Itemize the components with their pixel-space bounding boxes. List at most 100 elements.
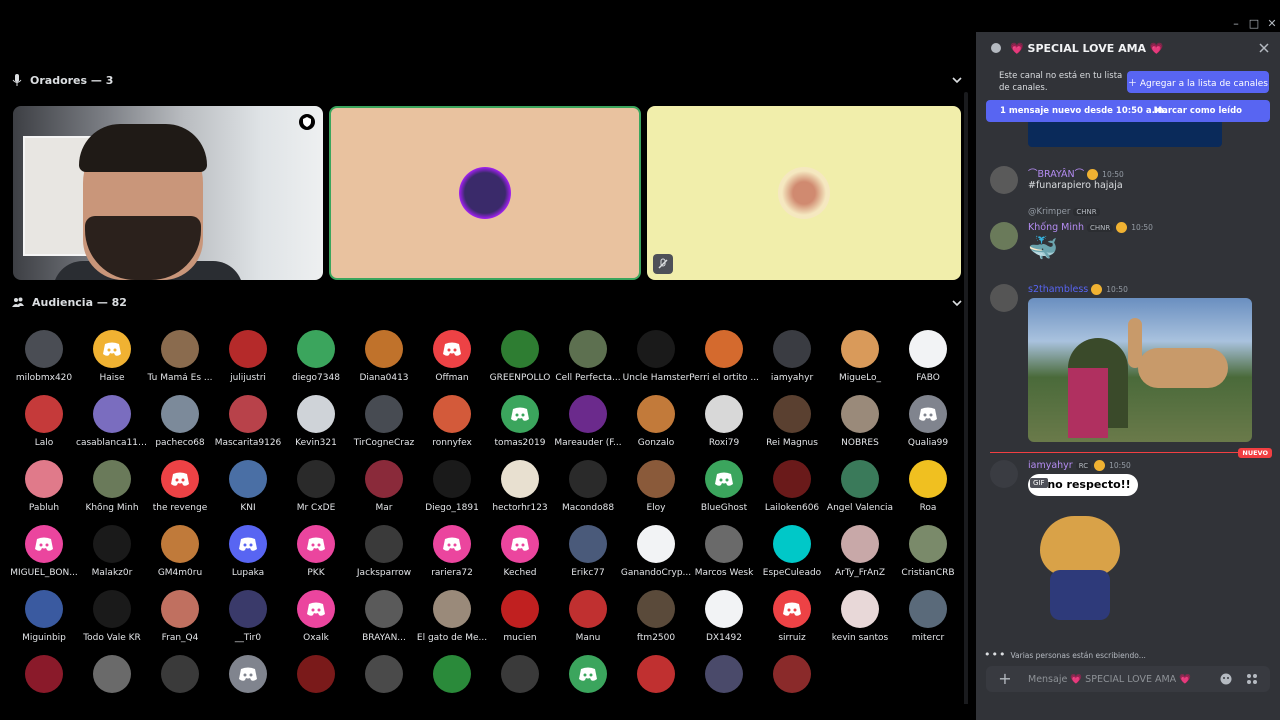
minimize-button[interactable]: – [1226,16,1246,32]
emoji-icon[interactable] [1220,673,1232,685]
audience-member[interactable]: Rei Magnus [756,395,828,455]
audience-member[interactable]: ArTy_FrAnZ [824,525,896,585]
audience-member[interactable]: Fran_Q4 [144,590,216,650]
new-messages-bar[interactable]: 1 mensaje nuevo desde 10:50 a.m. Marcar … [986,100,1270,122]
audience-member[interactable]: Mr CxDE [280,460,352,520]
audience-member[interactable]: kevin santos [824,590,896,650]
audience-member[interactable]: Macondo88 [552,460,624,520]
audience-member[interactable]: MIGUEL_BON... [8,525,80,585]
username[interactable]: s2thambless [1028,284,1088,295]
previous-image-attachment[interactable] [1028,122,1222,147]
close-icon[interactable] [1258,42,1270,54]
maximize-button[interactable]: □ [1244,16,1264,32]
audience-member[interactable]: Roxi79 [688,395,760,455]
apps-icon[interactable] [1246,673,1258,685]
audience-member[interactable]: KNI [212,460,284,520]
chevron-down-icon[interactable] [950,73,964,87]
audience-member[interactable]: El gato de Me... [416,590,488,650]
audience-member[interactable]: BlueGhost [688,460,760,520]
audience-member[interactable]: Miguinbip [8,590,80,650]
audience-member[interactable] [552,655,624,704]
audience-member[interactable]: Uncle Hamster [620,330,692,390]
audience-member[interactable]: Mascarita9126 [212,395,284,455]
audience-member[interactable]: Perri el ortito ... [688,330,760,390]
audience-member[interactable]: Lalo [8,395,80,455]
window-close-button[interactable]: ✕ [1262,16,1280,32]
audience-member[interactable]: Kevin321 [280,395,352,455]
audience-member[interactable]: TirCogneCraz [348,395,420,455]
username[interactable]: iamyahyr [1028,460,1073,471]
audience-member[interactable]: __Tir0 [212,590,284,650]
audience-member[interactable]: iamyahyr [756,330,828,390]
audience-member[interactable]: GanandoCryp... [620,525,692,585]
audience-member[interactable] [8,655,80,704]
speaker-tile-avatar[interactable] [329,106,641,280]
audience-member[interactable]: PKK [280,525,352,585]
audience-member[interactable]: Manu [552,590,624,650]
audience-member[interactable]: Qualia99 [892,395,964,455]
reply-reference[interactable]: @Krimper CHNR [1028,207,1100,217]
audience-member[interactable]: Gonzalo [620,395,692,455]
audience-member[interactable] [212,655,284,704]
audience-member[interactable] [620,655,692,704]
audience-member[interactable] [280,655,352,704]
audience-member[interactable]: the revenge [144,460,216,520]
chevron-down-icon[interactable] [950,296,964,310]
add-attachment-icon[interactable]: + [996,670,1014,688]
speaker-tile-avatar[interactable] [647,106,961,280]
mark-as-read-button[interactable]: Marcar como leído [1154,106,1242,116]
audience-member[interactable]: NOBRES [824,395,896,455]
audience-member[interactable]: Oxalk [280,590,352,650]
audience-member[interactable] [756,655,828,704]
audience-header[interactable]: Audiencia — 82 [12,292,127,312]
audience-member[interactable]: Pabluh [8,460,80,520]
stage-scrollbar[interactable] [964,92,968,704]
audience-member[interactable]: FABO [892,330,964,390]
audience-member[interactable]: tomas2019 [484,395,556,455]
audience-member[interactable]: EspeCuleado [756,525,828,585]
audience-member[interactable]: Mareauder (F... [552,395,624,455]
audience-member[interactable]: sirruiz [756,590,828,650]
audience-member[interactable]: Cell Perfecta... [552,330,624,390]
gif-attachment[interactable]: no respecto!! GIF [1028,474,1168,624]
audience-member[interactable]: casablanca1150 [76,395,148,455]
message-input[interactable]: + Mensaje 💗 SPECIAL LOVE AMA 💗 [986,666,1270,692]
audience-member[interactable]: ftm2500 [620,590,692,650]
username[interactable]: ⌒BRAYÂN⌒ [1028,169,1084,180]
audience-member[interactable]: rariera72 [416,525,488,585]
audience-member[interactable]: Lailoken606 [756,460,828,520]
audience-member[interactable]: ronnyfex [416,395,488,455]
audience-member[interactable]: Diana0413 [348,330,420,390]
audience-member[interactable] [348,655,420,704]
audience-member[interactable]: GREENPOLLO [484,330,556,390]
image-attachment[interactable] [1028,298,1252,442]
audience-member[interactable] [688,655,760,704]
audience-member[interactable]: Tu Mamá Es ... [144,330,216,390]
audience-member[interactable]: Offman [416,330,488,390]
audience-member[interactable]: Lupaka [212,525,284,585]
username[interactable]: Khống Minh [1028,222,1084,233]
user-avatar[interactable] [990,284,1018,312]
audience-member[interactable]: Erikc77 [552,525,624,585]
audience-member[interactable]: Jacksparrow [348,525,420,585]
audience-member[interactable]: milobmx420 [8,330,80,390]
audience-member[interactable]: Mar [348,460,420,520]
audience-member[interactable]: hectorhr123 [484,460,556,520]
audience-member[interactable]: Diego_1891 [416,460,488,520]
add-to-channel-list-button[interactable]: ＋ Agregar a la lista de canales [1127,71,1269,93]
audience-member[interactable] [144,655,216,704]
audience-member[interactable]: BRAYÂN... [348,590,420,650]
audience-member[interactable]: DX1492 [688,590,760,650]
audience-member[interactable]: CristianCRB [892,525,964,585]
speaker-tile-camera[interactable] [13,106,323,280]
audience-member[interactable]: diego7348 [280,330,352,390]
audience-member[interactable]: Todo Vale KR [76,590,148,650]
audience-member[interactable]: Roa [892,460,964,520]
audience-member[interactable]: pacheco68 [144,395,216,455]
audience-member[interactable]: Keched [484,525,556,585]
audience-member[interactable] [484,655,556,704]
user-avatar[interactable] [990,166,1018,194]
audience-member[interactable]: mucien [484,590,556,650]
audience-member[interactable]: Ángel Valencia [824,460,896,520]
user-avatar[interactable] [990,222,1018,250]
